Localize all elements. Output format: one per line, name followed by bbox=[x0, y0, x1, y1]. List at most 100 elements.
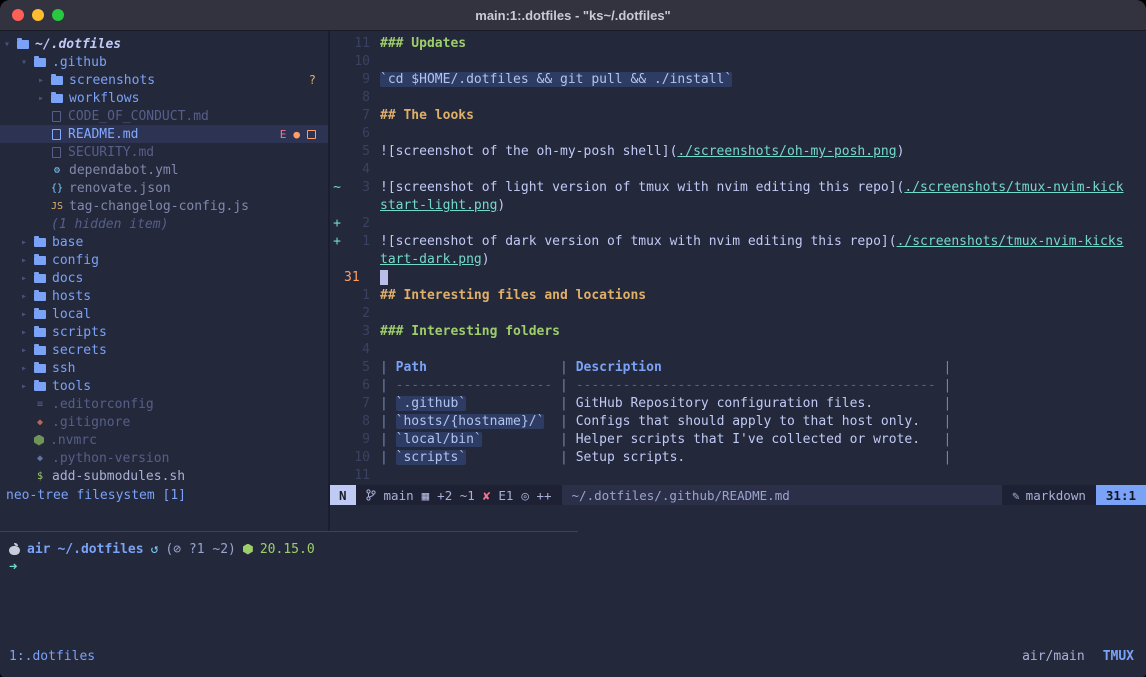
editor-line[interactable]: 6| -------------------- | --------------… bbox=[330, 377, 1146, 395]
editor-pane[interactable]: 11### Updates109`cd $HOME/.dotfiles && g… bbox=[330, 31, 1146, 531]
folder-icon bbox=[34, 346, 46, 355]
chevron-right-icon[interactable]: ▸ bbox=[21, 273, 34, 284]
editor-line[interactable]: 11### Updates bbox=[330, 35, 1146, 53]
editor-line[interactable]: 9`cd $HOME/.dotfiles && git pull && ./in… bbox=[330, 71, 1146, 89]
tree-item-workflows[interactable]: ▸ workflows bbox=[0, 89, 328, 107]
editor-line[interactable]: 11 bbox=[330, 467, 1146, 485]
tree-item-editorconfig[interactable]: ≡.editorconfig bbox=[0, 395, 328, 413]
prompt-input-line[interactable]: ➜ bbox=[9, 558, 1146, 576]
tree-item-scripts[interactable]: ▸ scripts bbox=[0, 323, 328, 341]
line-text: | -------------------- | ---------------… bbox=[380, 377, 1146, 395]
tree-item-label: workflows bbox=[69, 91, 139, 106]
tree-item-label: README.md bbox=[68, 127, 138, 142]
text-segment: | bbox=[380, 360, 396, 375]
tree-item-ssh[interactable]: ▸ssh bbox=[0, 359, 328, 377]
chevron-right-icon[interactable]: ▸ bbox=[21, 345, 34, 356]
tree-item-screenshots[interactable]: ▸screenshots? bbox=[0, 71, 328, 89]
editor-line[interactable]: 6 bbox=[330, 125, 1146, 143]
tree-item-1-hidden-item[interactable]: (1 hidden item) bbox=[0, 215, 328, 233]
git-sign: ~ bbox=[330, 179, 344, 197]
editor-line[interactable]: +1![screenshot of dark version of tmux w… bbox=[330, 233, 1146, 251]
editor-line[interactable]: 8| `hosts/{hostname}/` | Configs that sh… bbox=[330, 413, 1146, 431]
editor-line[interactable]: 9| `local/bin` | Helper scripts that I'v… bbox=[330, 431, 1146, 449]
editor-line[interactable]: 3### Interesting folders bbox=[330, 323, 1146, 341]
tree-item-add-submodules-sh[interactable]: $add-submodules.sh bbox=[0, 467, 328, 485]
zoom-button[interactable] bbox=[52, 9, 64, 21]
chevron-right-icon[interactable]: ▸ bbox=[21, 291, 34, 302]
editor-line[interactable]: +2 bbox=[330, 215, 1146, 233]
chevron-right-icon[interactable]: ▸ bbox=[38, 93, 51, 104]
tmux-session[interactable]: 1:.dotfiles bbox=[9, 649, 95, 664]
chevron-right-icon[interactable]: ▸ bbox=[38, 75, 51, 86]
line-number: 3 bbox=[344, 179, 370, 197]
chevron-right-icon[interactable]: ▸ bbox=[21, 309, 34, 320]
tree-item-code-of-conduct-md[interactable]: CODE_OF_CONDUCT.md bbox=[0, 107, 328, 125]
tree-item-docs[interactable]: ▸docs bbox=[0, 269, 328, 287]
tree-item-label: scripts bbox=[52, 325, 107, 340]
chevron-down-icon[interactable]: ▾ bbox=[4, 39, 17, 50]
chevron-right-icon[interactable]: ▸ bbox=[21, 363, 34, 374]
git-untracked-badge: ? bbox=[309, 73, 316, 87]
editor-line[interactable]: 2 bbox=[330, 305, 1146, 323]
statusline: N main ▦ +2 ~1 ✘ E1 ◎ ++ ~/.dotfiles/.gi… bbox=[330, 485, 1146, 505]
tree-item-readme-md[interactable]: README.md E● bbox=[0, 125, 328, 143]
line-number: 7 bbox=[344, 395, 370, 413]
prompt-arrow: ➜ bbox=[9, 559, 17, 575]
line-text: ![screenshot of light version of tmux wi… bbox=[380, 179, 1146, 197]
tree-item-python-version[interactable]: ◆.python-version bbox=[0, 449, 328, 467]
editor-line[interactable]: 5![screenshot of the oh-my-posh shell](.… bbox=[330, 143, 1146, 161]
terminal-pane[interactable]: air ~/.dotfiles ↺ (⊘ ?1 ~2) 20.15.0 ➜ bbox=[0, 532, 1146, 647]
line-number bbox=[344, 197, 370, 215]
editor-line[interactable]: 10| `scripts` | Setup scripts. | bbox=[330, 449, 1146, 467]
tree-item-nvmrc[interactable]: .nvmrc bbox=[0, 431, 328, 449]
editor-line[interactable]: 31 bbox=[330, 269, 1146, 287]
editor-line[interactable]: ~3 ![screenshot of light version of tmux … bbox=[330, 179, 1146, 197]
editor-line[interactable]: 8 bbox=[330, 89, 1146, 107]
editor-line[interactable]: 10 bbox=[330, 53, 1146, 71]
editor-line[interactable]: 7## The looks bbox=[330, 107, 1146, 125]
tree-item-secrets[interactable]: ▸secrets bbox=[0, 341, 328, 359]
editor-line[interactable]: 4 bbox=[330, 161, 1146, 179]
tree-item-hosts[interactable]: ▸hosts bbox=[0, 287, 328, 305]
chevron-down-icon[interactable]: ▾ bbox=[21, 57, 34, 68]
folder-icon bbox=[34, 382, 46, 391]
line-number: 7 bbox=[344, 107, 370, 125]
tree-item-dotfiles[interactable]: ▾~/.dotfiles bbox=[0, 35, 328, 53]
git-sign bbox=[330, 305, 344, 323]
editor-line[interactable]: 4 bbox=[330, 341, 1146, 359]
editor-line[interactable]: 1## Interesting files and locations bbox=[330, 287, 1146, 305]
doc-icon bbox=[52, 111, 61, 122]
tree-item-base[interactable]: ▸base bbox=[0, 233, 328, 251]
tree-item-github[interactable]: ▾.github bbox=[0, 53, 328, 71]
line-number: 9 bbox=[344, 71, 370, 89]
tree-item-tag-changelog-config-js[interactable]: JStag-changelog-config.js bbox=[0, 197, 328, 215]
doc-icon bbox=[52, 147, 61, 158]
minimize-button[interactable] bbox=[32, 9, 44, 21]
chevron-right-icon[interactable]: ▸ bbox=[21, 255, 34, 266]
close-button[interactable] bbox=[12, 9, 24, 21]
editor-line[interactable]: 7| `.github` | GitHub Repository configu… bbox=[330, 395, 1146, 413]
chevron-right-icon[interactable]: ▸ bbox=[21, 381, 34, 392]
chevron-right-icon[interactable]: ▸ bbox=[21, 327, 34, 338]
git-status-markers: E● bbox=[280, 128, 316, 141]
tree-item-security-md[interactable]: SECURITY.md bbox=[0, 143, 328, 161]
tree-item-tools[interactable]: ▸tools bbox=[0, 377, 328, 395]
tree-item-config[interactable]: ▸config bbox=[0, 251, 328, 269]
text-segment: `hosts/{hostname}/` bbox=[396, 414, 545, 429]
cursor-position: 31:1 bbox=[1096, 485, 1146, 505]
line-text: ### Interesting folders bbox=[380, 323, 1146, 341]
diff-stats: +2 ~1 bbox=[437, 488, 475, 503]
tree-item-gitignore[interactable]: ◆.gitignore bbox=[0, 413, 328, 431]
nvim-pane: ▾~/.dotfiles▾.github▸screenshots?▸workfl… bbox=[0, 31, 1146, 531]
tree-item-local[interactable]: ▸local bbox=[0, 305, 328, 323]
git-sign bbox=[330, 449, 344, 467]
editor-line[interactable]: start-light.png) bbox=[330, 197, 1146, 215]
tree-item-dependabot-yml[interactable]: ⚙dependabot.yml bbox=[0, 161, 328, 179]
chevron-right-icon[interactable]: ▸ bbox=[21, 237, 34, 248]
editor-line[interactable]: tart-dark.png) bbox=[330, 251, 1146, 269]
tree-item-renovate-json[interactable]: {}renovate.json bbox=[0, 179, 328, 197]
diff-icon: ▦ bbox=[422, 488, 430, 503]
text-segment: ./screenshots/tmux-nvim-kicks bbox=[897, 234, 1124, 249]
editor-line[interactable]: 5| Path | Description | bbox=[330, 359, 1146, 377]
folder-icon bbox=[34, 364, 46, 373]
